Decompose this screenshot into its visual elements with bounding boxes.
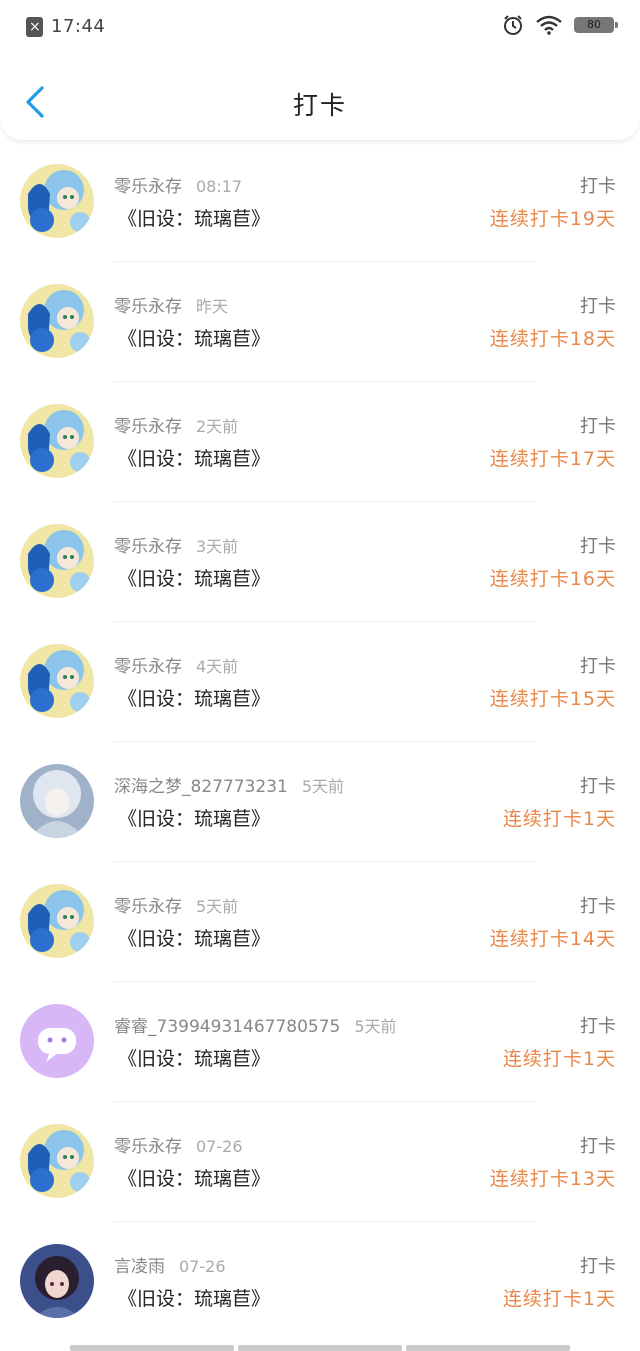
action-label: 打卡 (580, 896, 616, 917)
book-title[interactable]: 《旧设：琉璃苣》 (118, 1044, 270, 1071)
checkin-row[interactable]: 零乐永存 2天前《旧设：琉璃苣》 打卡连续打卡17天 (0, 382, 640, 502)
streak-label: 连续打卡16天 (489, 568, 616, 590)
checkin-list: 零乐永存 08:17 《旧设：琉璃苣》 打卡 连续打卡19天 零乐永存 昨天 《旧设：琉璃苣》… (0, 142, 640, 1342)
book-title[interactable]: 《旧设：琉璃苣》 (118, 684, 270, 711)
username[interactable]: 睿睿_73994931467780575 (114, 1017, 340, 1037)
post-time: 5天前 (196, 897, 239, 916)
checkin-row[interactable]: 零乐永存 3天前《旧设：琉璃苣》 打卡连续打卡16天 (0, 502, 640, 622)
checkin-row[interactable]: 零乐永存 4天前《旧设：琉璃苣》 打卡连续打卡15天 (0, 622, 640, 742)
checkin-row[interactable]: 睿睿_73994931467780575 5天前《旧设：琉璃苣》 打卡连续打卡1天 (0, 982, 640, 1102)
book-title[interactable]: 《旧设：琉璃苣》 (118, 324, 270, 351)
action-label: 打卡 (580, 536, 616, 557)
row-meta: 零乐永存 2天前 (114, 412, 238, 437)
action-label: 打卡 (580, 656, 616, 677)
row-meta: 言凌雨 07-26 (114, 1252, 226, 1277)
avatar[interactable] (20, 1244, 94, 1318)
wifi-icon (536, 15, 562, 35)
checkin-row[interactable]: 零乐永存 昨天《旧设：琉璃苣》 打卡连续打卡18天 (0, 262, 640, 382)
avatar[interactable] (20, 404, 94, 478)
book-title[interactable]: 《旧设：琉璃苣》 (118, 924, 270, 951)
indicator-seg (406, 1345, 570, 1351)
action-label: 打卡 (580, 1136, 616, 1157)
row-meta: 睿睿_73994931467780575 5天前 (114, 1012, 397, 1037)
notification-x-icon (26, 16, 43, 37)
username[interactable]: 零乐永存 (114, 1137, 182, 1157)
status-time: 17:44 (51, 16, 106, 37)
streak-label: 连续打卡18天 (489, 328, 616, 350)
post-time: 3天前 (196, 537, 239, 556)
post-time: 4天前 (196, 657, 239, 676)
page-title: 打卡 (292, 91, 347, 120)
row-meta: 零乐永存 07-26 (114, 1132, 243, 1157)
post-time: 5天前 (301, 777, 345, 796)
avatar[interactable] (20, 764, 94, 838)
username[interactable]: 零乐永存 (114, 537, 182, 557)
post-time: 07-26 (196, 1137, 243, 1156)
username[interactable]: 零乐永存 (114, 297, 182, 317)
row-meta: 零乐永存 3天前 (114, 532, 238, 557)
book-title[interactable]: 《旧设：琉璃苣》 (118, 804, 270, 831)
row-meta: 零乐永存 08:17 (114, 172, 242, 197)
book-title[interactable]: 《旧设：琉璃苣》 (118, 444, 270, 471)
battery-icon: 80 (574, 17, 618, 33)
alarm-icon (502, 14, 524, 36)
checkin-row[interactable]: 零乐永存 07-26 《旧设：琉璃苣》 打卡连续打卡13天 (0, 1102, 640, 1222)
checkin-row[interactable]: 深海之梦_827773231 5天前《旧设：琉璃苣》 打卡连续打卡1天 (0, 742, 640, 862)
avatar[interactable] (20, 524, 94, 598)
streak-label: 连续打卡19天 (489, 208, 616, 230)
streak-label: 连续打卡15天 (489, 688, 616, 710)
streak-label: 连续打卡1天 (502, 808, 616, 830)
checkin-row[interactable]: 零乐永存 5天前《旧设：琉璃苣》 打卡连续打卡14天 (0, 862, 640, 982)
post-time: 08:17 (196, 177, 243, 196)
post-time: 2天前 (196, 417, 239, 436)
row-meta: 零乐永存 4天前 (114, 652, 238, 677)
post-time: 昨天 (196, 297, 229, 316)
status-bar: 17:44 80 (0, 0, 640, 58)
streak-label: 连续打卡17天 (489, 448, 616, 470)
avatar[interactable] (20, 164, 94, 238)
avatar[interactable] (20, 644, 94, 718)
avatar[interactable] (20, 884, 94, 958)
action-label: 打卡 (580, 296, 616, 317)
action-label: 打卡 (580, 1016, 616, 1037)
indicator-seg (70, 1345, 234, 1351)
post-time: 07-26 (179, 1257, 226, 1276)
streak-label: 连续打卡14天 (489, 928, 616, 950)
checkin-row[interactable]: 言凌雨 07-26 《旧设：琉璃苣》 打卡连续打卡1天 (0, 1222, 640, 1342)
username[interactable]: 零乐永存 (114, 417, 182, 437)
row-meta: 零乐永存 5天前 (114, 892, 238, 917)
username[interactable]: 零乐永存 (114, 657, 182, 677)
streak-label: 连续打卡13天 (489, 1168, 616, 1190)
post-time: 5天前 (354, 1017, 397, 1036)
avatar[interactable] (20, 1004, 94, 1078)
username[interactable]: 零乐永存 (114, 177, 182, 197)
avatar[interactable] (20, 1124, 94, 1198)
indicator-seg (238, 1345, 402, 1351)
action-label: 打卡 (580, 1256, 616, 1277)
row-meta: 深海之梦_827773231 5天前 (114, 772, 344, 797)
status-right: 80 (502, 14, 618, 36)
book-title[interactable]: 《旧设：琉璃苣》 (118, 1164, 270, 1191)
action-label: 打卡 (580, 176, 616, 197)
action-label: 打卡 (580, 776, 616, 797)
username[interactable]: 言凌雨 (114, 1257, 165, 1277)
row-meta: 零乐永存 昨天 (114, 292, 228, 317)
book-title[interactable]: 《旧设：琉璃苣》 (118, 1284, 270, 1311)
action-label: 打卡 (580, 416, 616, 437)
status-left: 17:44 (26, 16, 105, 37)
username[interactable]: 零乐永存 (114, 897, 182, 917)
streak-label: 连续打卡1天 (502, 1048, 616, 1070)
book-title[interactable]: 《旧设：琉璃苣》 (118, 204, 270, 231)
nav-bar: 打卡 (0, 58, 640, 141)
streak-label: 连续打卡1天 (502, 1288, 616, 1310)
avatar[interactable] (20, 284, 94, 358)
book-title[interactable]: 《旧设：琉璃苣》 (118, 564, 270, 591)
bottom-indicator (70, 1345, 570, 1351)
username[interactable]: 深海之梦_827773231 (114, 777, 288, 797)
checkin-row[interactable]: 零乐永存 08:17 《旧设：琉璃苣》 打卡连续打卡19天 (0, 142, 640, 262)
